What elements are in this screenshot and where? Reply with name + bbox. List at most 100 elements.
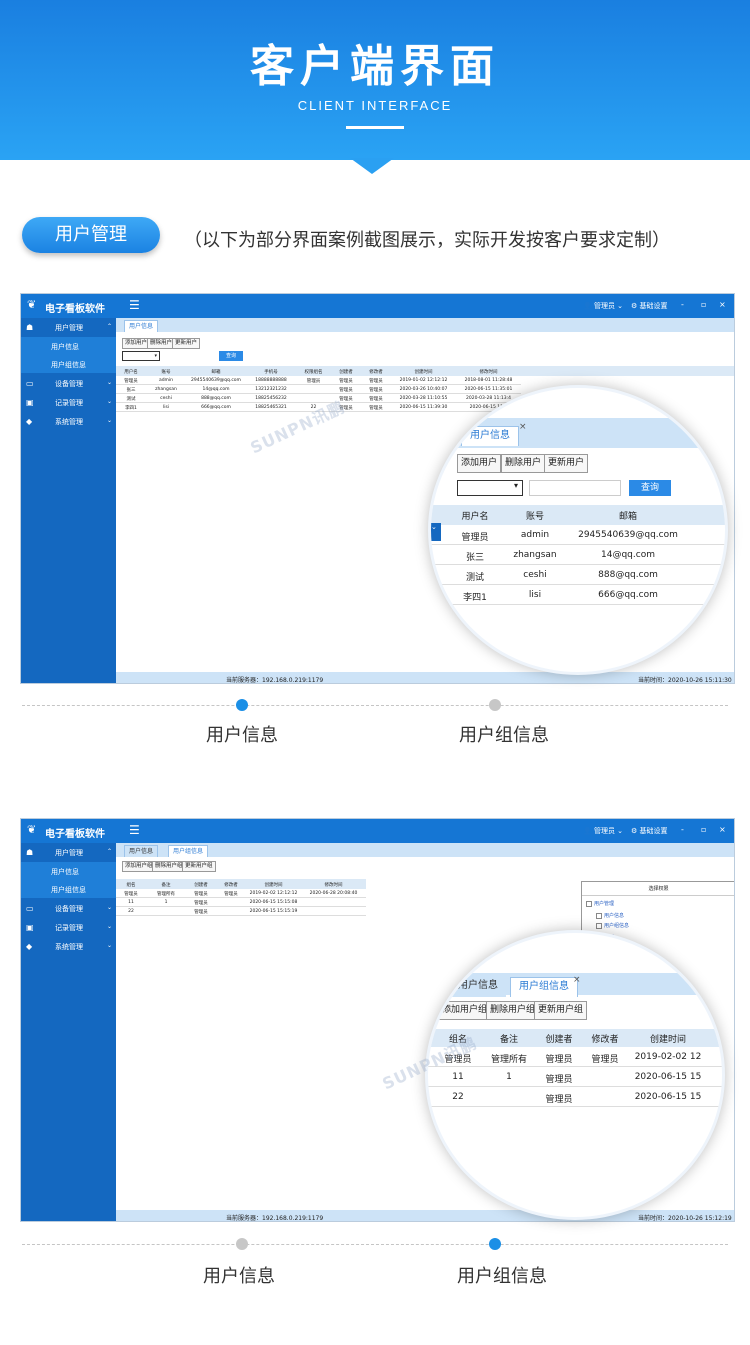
- sidebar-sub-user-group[interactable]: 用户组信息: [21, 880, 116, 898]
- close-button[interactable]: ×: [719, 825, 726, 834]
- settings-menu[interactable]: ⚙ 基础设置: [631, 826, 668, 836]
- user-menu[interactable]: 👤 管理员 ⌄: [583, 826, 623, 836]
- table-cell: 2020-03-26 10:40:07: [399, 387, 448, 392]
- table-cell: admin: [520, 530, 550, 540]
- indicator-dot-active[interactable]: [489, 1238, 501, 1250]
- table-row[interactable]: 11 1 管理员 2020-06-15 15:15:08: [116, 898, 366, 907]
- sidebar-item-device[interactable]: ▭ 设备管理 ⌄: [21, 374, 116, 393]
- column-header: 创建时间: [264, 883, 283, 888]
- zoom-table-row[interactable]: 管理员 admin 2945540639@qq.com: [431, 525, 725, 545]
- tab-user-info[interactable]: 用户信息: [124, 845, 159, 857]
- caption-user-info: 用户信息: [203, 1266, 275, 1287]
- zoom-table-row[interactable]: 李四1 lisi 666@qq.com: [431, 585, 725, 605]
- table-cell: 1: [506, 1072, 512, 1082]
- tab-user-group[interactable]: 用户组信息: [168, 845, 209, 857]
- sidebar-item-system[interactable]: ◆ 系统管理 ⌄: [21, 937, 116, 956]
- sidebar-item-system[interactable]: ◆ 系统管理 ⌄: [21, 412, 116, 431]
- sidebar-sub-user-info[interactable]: 用户信息: [21, 337, 116, 355]
- table-cell: 张三: [465, 553, 484, 563]
- zoom-add-user-button[interactable]: 添加用户: [457, 454, 502, 473]
- zoom-table-row[interactable]: 11 1 管理员 2020-06-15 15: [428, 1067, 722, 1087]
- tree-node[interactable]: 用户组信息: [596, 922, 629, 929]
- tree-node-label: 用户信息: [604, 913, 625, 919]
- zoom-table-row[interactable]: 22 管理员 2020-06-15 15: [428, 1087, 722, 1107]
- user-menu[interactable]: 👤 管理员 ⌄: [583, 301, 623, 311]
- sidebar-sub-user-group[interactable]: 用户组信息: [21, 355, 116, 373]
- zoom-tab-user-info[interactable]: 用户信息: [450, 977, 506, 997]
- caption-user-group: 用户组信息: [457, 1266, 547, 1287]
- zoom-table-row[interactable]: 张三 zhangsan 14@qq.com: [431, 545, 725, 565]
- indicator-dot-active[interactable]: [236, 699, 248, 711]
- users-icon: ☗: [26, 848, 34, 857]
- zoom-delete-user-button[interactable]: 删除用户: [501, 454, 546, 473]
- table-row[interactable]: 张三 zhangsan 14@qq.com 13212321232 管理员 管理员 2020…: [116, 385, 521, 394]
- zoom-tab-user-group[interactable]: 用户组信息: [510, 977, 578, 997]
- sidebar: ☗ 用户管理 ⌃ 用户信息 用户组信息 ▭ 设备管理 ⌄ ▣ 记录管理 ⌄ ◆ 系统管理 ⌄: [21, 318, 116, 683]
- table-row[interactable]: 管理员 管理所有 管理员 管理员 2019-02-02 12:12:12 2020-06-…: [116, 889, 366, 898]
- delete-user-button[interactable]: 删除用户: [147, 338, 176, 349]
- menu-toggle-icon[interactable]: ☰: [129, 823, 140, 837]
- column-header: 创建者: [545, 1035, 573, 1045]
- sidebar-item-record[interactable]: ▣ 记录管理 ⌄: [21, 393, 116, 412]
- zoom-filter-select[interactable]: ▾: [457, 480, 523, 496]
- indicator-dot[interactable]: [236, 1238, 248, 1250]
- table-cell: 管理员: [124, 379, 138, 384]
- checkbox-icon[interactable]: [586, 900, 592, 907]
- sidebar-label: 记录管理: [55, 399, 83, 407]
- maximize-button[interactable]: ▫: [701, 825, 706, 834]
- minimize-button[interactable]: -: [681, 300, 684, 309]
- settings-menu[interactable]: ⚙ 基础设置: [631, 301, 668, 311]
- query-button[interactable]: 查询: [219, 351, 243, 361]
- zoom-query-button[interactable]: 查询: [629, 480, 671, 496]
- table-cell: 管理员: [545, 1055, 573, 1065]
- add-user-button[interactable]: 添加用户: [122, 338, 151, 349]
- section-pill: 用户管理: [22, 217, 160, 253]
- maximize-button[interactable]: ▫: [701, 300, 706, 309]
- checkbox-icon[interactable]: [596, 912, 602, 919]
- checkbox-icon[interactable]: [596, 922, 602, 929]
- zoom-table-row[interactable]: 测试 ceshi 888@qq.com: [431, 565, 725, 585]
- sidebar-item-device[interactable]: ▭ 设备管理 ⌄: [21, 899, 116, 918]
- tab-user-info[interactable]: 用户信息: [124, 320, 159, 332]
- sidebar-sub-user-info[interactable]: 用户信息: [21, 862, 116, 880]
- zoom-update-group-button[interactable]: 更新用户组: [534, 1001, 588, 1020]
- add-group-button[interactable]: 添加用户组: [122, 861, 156, 872]
- table-cell: 888@qq.com: [598, 570, 658, 580]
- table-cell: 13212321232: [255, 387, 287, 392]
- update-user-button[interactable]: 更新用户: [172, 338, 201, 349]
- zoom-lens-2: 用户信息 用户组信息 × 添加用户组 删除用户组 更新用户组 组名 备注 创建者 修改…: [425, 930, 725, 1220]
- tree-node[interactable]: 用户管理: [586, 900, 614, 907]
- table-cell: 2020-06-15 11:39:30: [399, 405, 448, 410]
- close-tab-icon[interactable]: ×: [573, 975, 581, 985]
- close-tab-icon[interactable]: ×: [519, 422, 527, 432]
- status-bar: 当前服务器：192.168.0.219:1179 当前时间：2020-10-26…: [116, 672, 734, 683]
- tree-node-label: 用户组信息: [604, 923, 630, 929]
- zoom-tab-user-info[interactable]: 用户信息: [461, 426, 519, 446]
- zoom-add-group-button[interactable]: 添加用户组: [438, 1001, 492, 1020]
- filter-select[interactable]: ▾: [122, 351, 160, 361]
- indicator-dot[interactable]: [489, 699, 501, 711]
- update-group-button[interactable]: 更新用户组: [182, 861, 216, 872]
- sidebar-item-user-mgmt[interactable]: ☗ 用户管理 ⌃: [21, 843, 116, 862]
- menu-toggle-icon[interactable]: ☰: [129, 298, 140, 312]
- zoom-update-user-button[interactable]: 更新用户: [544, 454, 589, 473]
- sidebar: ☗ 用户管理 ⌃ 用户信息 用户组信息 ▭ 设备管理 ⌄ ▣ 记录管理 ⌄ ◆ 系统管理 ⌄: [21, 843, 116, 1221]
- chevron-up-icon: ⌃: [107, 323, 113, 330]
- table-cell: 666@qq.com: [598, 590, 658, 600]
- table-row[interactable]: 管理员 admin 2945540639@qq.com 18888888888 管理员 管…: [116, 376, 521, 385]
- table-cell: 管理所有: [157, 892, 175, 897]
- hero-subtitle: CLIENT INTERFACE: [297, 98, 453, 113]
- sidebar-item-record[interactable]: ▣ 记录管理 ⌄: [21, 918, 116, 937]
- zoom-delete-group-button[interactable]: 删除用户组: [486, 1001, 540, 1020]
- minimize-button[interactable]: -: [681, 825, 684, 834]
- column-header: 账号: [161, 370, 171, 375]
- sidebar-item-user-mgmt[interactable]: ☗ 用户管理 ⌃: [21, 318, 116, 337]
- chevron-down-icon: ⌄: [107, 379, 113, 386]
- table-row[interactable]: 22 管理员 2020-06-15 15:15:19: [116, 907, 366, 916]
- close-button[interactable]: ×: [719, 300, 726, 309]
- caption-user-group: 用户组信息: [459, 725, 549, 746]
- zoom-search-input[interactable]: [529, 480, 621, 496]
- tree-node[interactable]: 用户信息: [596, 912, 624, 919]
- table-cell: 管理员: [369, 406, 383, 411]
- delete-group-button[interactable]: 删除用户组: [152, 861, 186, 872]
